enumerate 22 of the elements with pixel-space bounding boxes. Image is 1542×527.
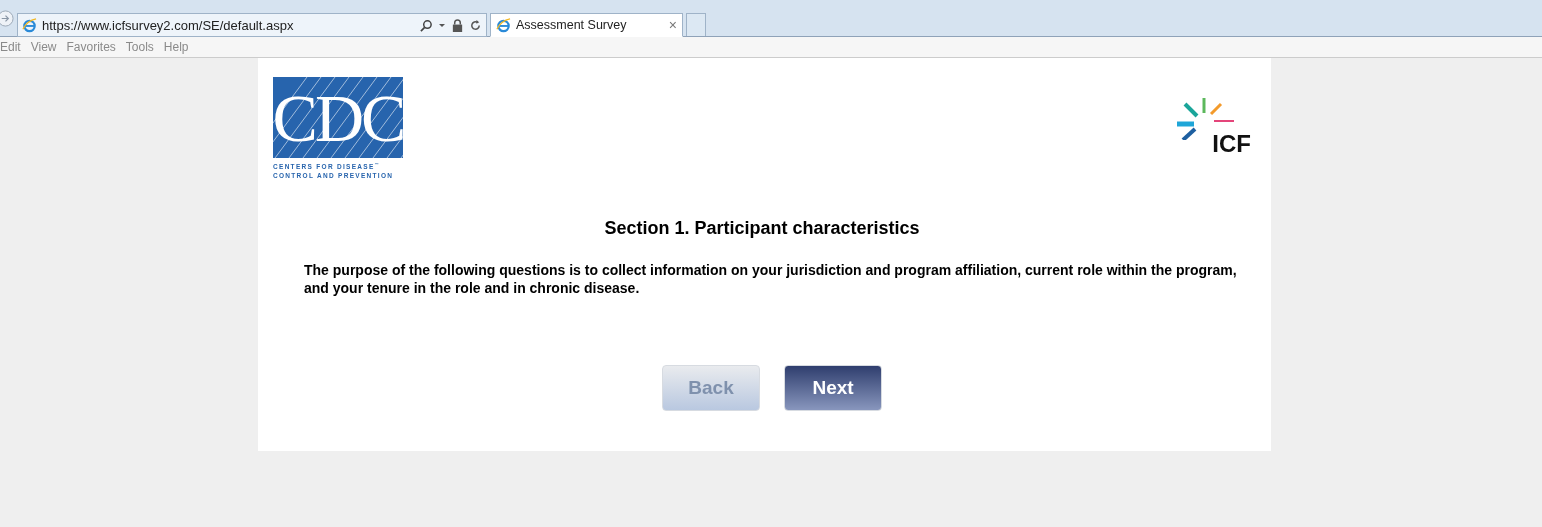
next-button[interactable]: Next: [784, 365, 882, 412]
search-icon[interactable]: [420, 18, 433, 32]
url-text: https://www.icfsurvey2.com/SE/default.aspx: [42, 17, 295, 33]
browser-icon: [496, 17, 511, 33]
intro-paragraph: The purpose of the following questions is to collect information on your jurisdiction and program affiliation, current role within the program, and your tenure in the role and in chronic disease.: [304, 261, 1238, 298]
icf-logo: ICF: [1212, 132, 1251, 156]
browser-icon: [22, 17, 37, 33]
browser-tab[interactable]: Assessment Survey ×: [490, 13, 683, 37]
close-tab-button[interactable]: ×: [668, 17, 677, 33]
menu-item[interactable]: Tools: [125, 40, 154, 54]
forward-icon[interactable]: [0, 10, 14, 27]
address-bar[interactable]: https://www.icfsurvey2.com/SE/default.aspx: [17, 13, 487, 37]
lock-icon: [451, 18, 464, 32]
tab-title: Assessment Survey: [516, 18, 628, 32]
menu-item[interactable]: View: [30, 40, 57, 54]
refresh-icon[interactable]: [469, 18, 482, 32]
cdc-logo: CDC: [273, 77, 403, 158]
menu-item[interactable]: Help: [163, 40, 189, 54]
section-title: Section 1. Participant characteristics: [603, 218, 921, 240]
caret-icon[interactable]: [438, 21, 446, 29]
menu-item[interactable]: Favorites: [66, 40, 116, 54]
menu-item[interactable]: Edit: [0, 40, 21, 54]
